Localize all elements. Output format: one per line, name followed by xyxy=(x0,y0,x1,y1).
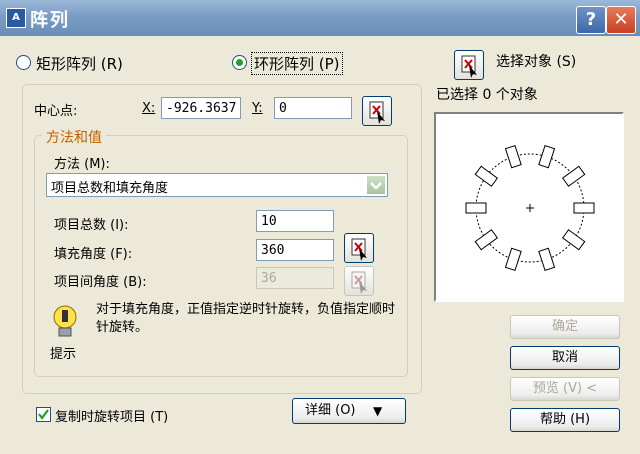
app-icon: A xyxy=(6,8,26,28)
fill-angle-input[interactable]: 360 xyxy=(256,239,334,261)
array-item xyxy=(561,165,586,187)
select-objects-button[interactable] xyxy=(454,50,484,80)
array-item xyxy=(573,202,595,214)
array-item xyxy=(504,144,522,169)
rect-array-label[interactable]: 矩形阵列 (R) xyxy=(36,53,123,74)
method-select-value: 项目总数和填充角度 xyxy=(51,181,169,196)
detail-button[interactable]: 详细 (O) ▼ xyxy=(292,398,406,424)
double-chevron-down-icon: ▼ xyxy=(373,404,383,418)
detail-button-label: 详细 (O) xyxy=(305,403,356,418)
preview-button[interactable]: 预览 (V) < xyxy=(510,377,620,401)
method-group-title: 方法和值 xyxy=(42,127,106,147)
select-objects-label: 选择对象 (S) xyxy=(496,54,577,70)
center-cross xyxy=(526,204,534,212)
help-title-button[interactable]: ? xyxy=(576,6,606,34)
chevron-down-icon[interactable] xyxy=(366,175,386,195)
checkmark-icon xyxy=(38,409,49,420)
help-button[interactable]: 帮助 (H) xyxy=(510,408,620,432)
window-title: 阵列 xyxy=(30,10,70,31)
array-item xyxy=(538,144,556,169)
ok-button[interactable]: 确定 xyxy=(510,315,620,339)
method-label: 方法 (M): xyxy=(54,157,110,172)
pick-fill-angle-button[interactable] xyxy=(344,233,374,263)
array-item xyxy=(561,229,586,251)
fill-angle-label: 填充角度 (F): xyxy=(54,247,133,262)
array-item xyxy=(474,165,499,187)
pick-angle-disabled-icon xyxy=(351,271,367,294)
polar-array-radio[interactable] xyxy=(232,55,247,70)
select-objects-icon xyxy=(461,55,477,78)
pick-center-button[interactable] xyxy=(362,96,392,126)
center-x-input[interactable]: -926.3637 xyxy=(161,97,241,119)
tip-label: 提示 xyxy=(50,347,77,362)
close-button[interactable]: ✕ xyxy=(606,6,636,34)
title-bar[interactable] xyxy=(0,0,640,36)
method-select[interactable]: 项目总数和填充角度 xyxy=(46,173,388,197)
selection-status: 已选择 0 个对象 xyxy=(436,87,538,103)
tip-text: 对于填充角度，正值指定逆时针旋转，负值指定顺时针旋转。 xyxy=(96,302,396,335)
x-label: X: xyxy=(142,101,156,116)
lightbulb-icon xyxy=(53,305,77,337)
total-items-input[interactable]: 10 xyxy=(256,210,334,232)
array-item xyxy=(465,202,487,214)
rotate-label[interactable]: 复制时旋转项目 (T) xyxy=(55,406,168,425)
center-point-label: 中心点: xyxy=(34,104,78,119)
rotate-checkbox[interactable] xyxy=(36,407,51,422)
between-angle-input[interactable]: 36 xyxy=(256,267,334,289)
pick-point-icon xyxy=(369,101,385,124)
between-angle-label: 项目间角度 (B): xyxy=(54,275,147,290)
array-item xyxy=(504,247,522,272)
polar-array-label[interactable]: 环形阵列 (P) xyxy=(251,52,343,75)
total-items-label: 项目总数 (I): xyxy=(54,218,129,233)
cancel-button[interactable]: 取消 xyxy=(510,346,620,370)
y-label: Y: xyxy=(252,101,263,116)
array-item xyxy=(474,229,499,251)
pick-between-angle-button[interactable] xyxy=(344,266,374,296)
polar-array-preview xyxy=(465,144,595,272)
center-y-input[interactable]: 0 xyxy=(274,97,352,119)
pick-angle-icon xyxy=(351,238,367,261)
array-item xyxy=(538,247,556,272)
preview-pane xyxy=(434,112,624,302)
rect-array-radio[interactable] xyxy=(16,55,31,70)
